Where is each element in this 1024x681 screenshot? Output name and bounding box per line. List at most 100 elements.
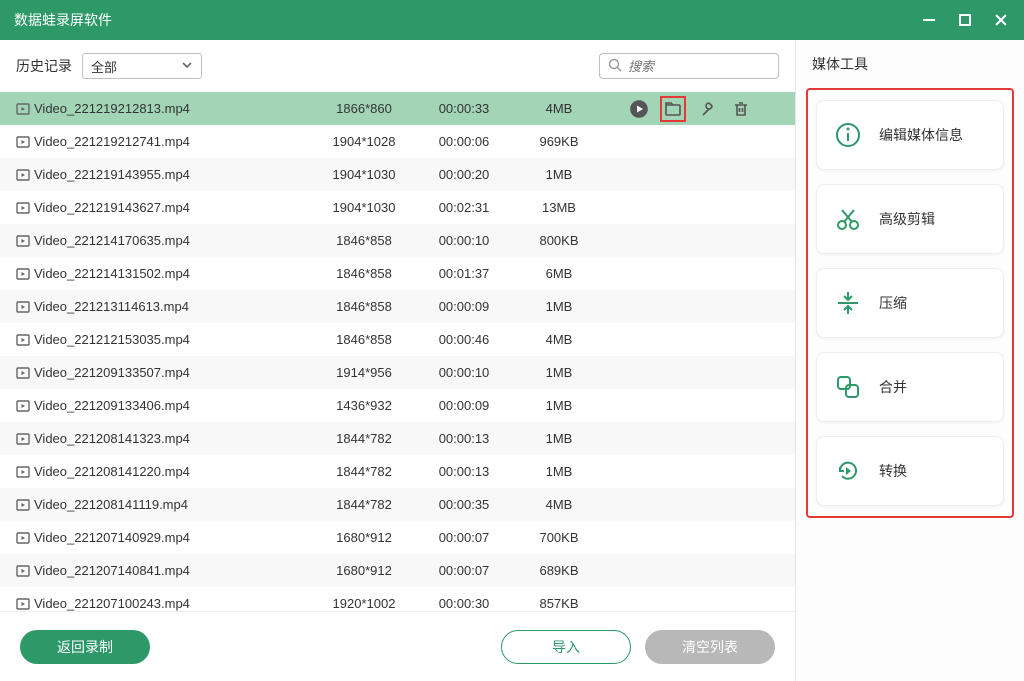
file-name: Video_221207140929.mp4 (34, 530, 314, 545)
trash-icon[interactable] (731, 99, 751, 119)
table-row[interactable]: Video_221219143627.mp4 1904*1030 00:02:3… (0, 191, 795, 224)
import-button[interactable]: 导入 (501, 630, 631, 664)
resolution: 1904*1030 (314, 200, 414, 215)
video-icon (16, 498, 34, 512)
tool-info[interactable]: 编辑媒体信息 (816, 100, 1004, 170)
folder-icon[interactable] (663, 99, 683, 119)
file-name: Video_221209133406.mp4 (34, 398, 314, 413)
resolution: 1844*782 (314, 497, 414, 512)
toolbar: 历史记录 全部 (0, 40, 795, 92)
titlebar: 数据蛙录屏软件 (0, 0, 1024, 40)
file-size: 1MB (514, 167, 604, 182)
tool-convert[interactable]: 转换 (816, 436, 1004, 506)
duration: 00:01:37 (414, 266, 514, 281)
table-row[interactable]: Video_221207140929.mp4 1680*912 00:00:07… (0, 521, 795, 554)
table-row[interactable]: Video_221207100243.mp4 1920*1002 00:00:3… (0, 587, 795, 611)
resolution: 1866*860 (314, 101, 414, 116)
filter-select[interactable]: 全部 (82, 53, 202, 79)
file-size: 1MB (514, 299, 604, 314)
duration: 00:00:33 (414, 101, 514, 116)
duration: 00:00:13 (414, 464, 514, 479)
wrench-icon[interactable] (697, 99, 717, 119)
window-title: 数据蛙录屏软件 (14, 10, 920, 30)
file-name: Video_221207100243.mp4 (34, 596, 314, 611)
file-name: Video_221213114613.mp4 (34, 299, 314, 314)
resolution: 1436*932 (314, 398, 414, 413)
duration: 00:00:35 (414, 497, 514, 512)
maximize-button[interactable] (956, 11, 974, 29)
table-row[interactable]: Video_221219143955.mp4 1904*1030 00:00:2… (0, 158, 795, 191)
file-list: Video_221219212813.mp4 1866*860 00:00:33… (0, 92, 795, 611)
table-row[interactable]: Video_221219212741.mp4 1904*1028 00:00:0… (0, 125, 795, 158)
convert-icon (833, 456, 863, 486)
compress-icon (833, 288, 863, 318)
resolution: 1680*912 (314, 530, 414, 545)
filter-value: 全部 (91, 57, 117, 76)
resolution: 1904*1028 (314, 134, 414, 149)
file-name: Video_221214170635.mp4 (34, 233, 314, 248)
duration: 00:00:46 (414, 332, 514, 347)
table-row[interactable]: Video_221208141220.mp4 1844*782 00:00:13… (0, 455, 795, 488)
table-row[interactable]: Video_221214131502.mp4 1846*858 00:01:37… (0, 257, 795, 290)
search-input[interactable] (628, 59, 806, 74)
window-controls (920, 11, 1010, 29)
resolution: 1846*858 (314, 233, 414, 248)
video-icon (16, 432, 34, 446)
file-size: 700KB (514, 530, 604, 545)
video-icon (16, 465, 34, 479)
table-row[interactable]: Video_221208141323.mp4 1844*782 00:00:13… (0, 422, 795, 455)
video-icon (16, 234, 34, 248)
tool-cut[interactable]: 高级剪辑 (816, 184, 1004, 254)
table-row[interactable]: Video_221209133406.mp4 1436*932 00:00:09… (0, 389, 795, 422)
video-icon (16, 300, 34, 314)
file-size: 1MB (514, 431, 604, 446)
duration: 00:00:09 (414, 398, 514, 413)
file-name: Video_221212153035.mp4 (34, 332, 314, 347)
side-title: 媒体工具 (806, 54, 1014, 74)
file-name: Video_221219143955.mp4 (34, 167, 314, 182)
file-size: 969KB (514, 134, 604, 149)
resolution: 1920*1002 (314, 596, 414, 611)
tool-list: 编辑媒体信息 高级剪辑 压缩 合并 转换 (806, 88, 1014, 518)
close-button[interactable] (992, 11, 1010, 29)
resolution: 1844*782 (314, 431, 414, 446)
back-button[interactable]: 返回录制 (20, 630, 150, 664)
resolution: 1846*858 (314, 266, 414, 281)
file-name: Video_221207140841.mp4 (34, 563, 314, 578)
search-box[interactable] (599, 53, 779, 79)
file-name: Video_221208141323.mp4 (34, 431, 314, 446)
file-size: 4MB (514, 332, 604, 347)
minimize-button[interactable] (920, 11, 938, 29)
table-row[interactable]: Video_221208141119.mp4 1844*782 00:00:35… (0, 488, 795, 521)
tool-compress[interactable]: 压缩 (816, 268, 1004, 338)
tool-merge[interactable]: 合并 (816, 352, 1004, 422)
play-icon[interactable] (629, 99, 649, 119)
tool-label: 高级剪辑 (879, 209, 935, 229)
table-row[interactable]: Video_221212153035.mp4 1846*858 00:00:46… (0, 323, 795, 356)
table-row[interactable]: Video_221207140841.mp4 1680*912 00:00:07… (0, 554, 795, 587)
duration: 00:00:07 (414, 530, 514, 545)
resolution: 1680*912 (314, 563, 414, 578)
info-icon (833, 120, 863, 150)
file-size: 1MB (514, 365, 604, 380)
file-size: 800KB (514, 233, 604, 248)
file-name: Video_221219212813.mp4 (34, 101, 314, 116)
table-row[interactable]: Video_221209133507.mp4 1914*956 00:00:10… (0, 356, 795, 389)
clear-button[interactable]: 清空列表 (645, 630, 775, 664)
table-row[interactable]: Video_221214170635.mp4 1846*858 00:00:10… (0, 224, 795, 257)
cut-icon (833, 204, 863, 234)
file-size: 857KB (514, 596, 604, 611)
table-row[interactable]: Video_221213114613.mp4 1846*858 00:00:09… (0, 290, 795, 323)
file-name: Video_221208141119.mp4 (34, 497, 314, 512)
resolution: 1904*1030 (314, 167, 414, 182)
file-name: Video_221219143627.mp4 (34, 200, 314, 215)
video-icon (16, 168, 34, 182)
video-icon (16, 531, 34, 545)
chevron-down-icon (181, 59, 193, 74)
file-size: 13MB (514, 200, 604, 215)
tool-label: 合并 (879, 377, 907, 397)
side-panel: 媒体工具 编辑媒体信息 高级剪辑 压缩 合并 转换 (796, 40, 1024, 681)
history-label: 历史记录 (16, 56, 72, 76)
duration: 00:00:07 (414, 563, 514, 578)
table-row[interactable]: Video_221219212813.mp4 1866*860 00:00:33… (0, 92, 795, 125)
